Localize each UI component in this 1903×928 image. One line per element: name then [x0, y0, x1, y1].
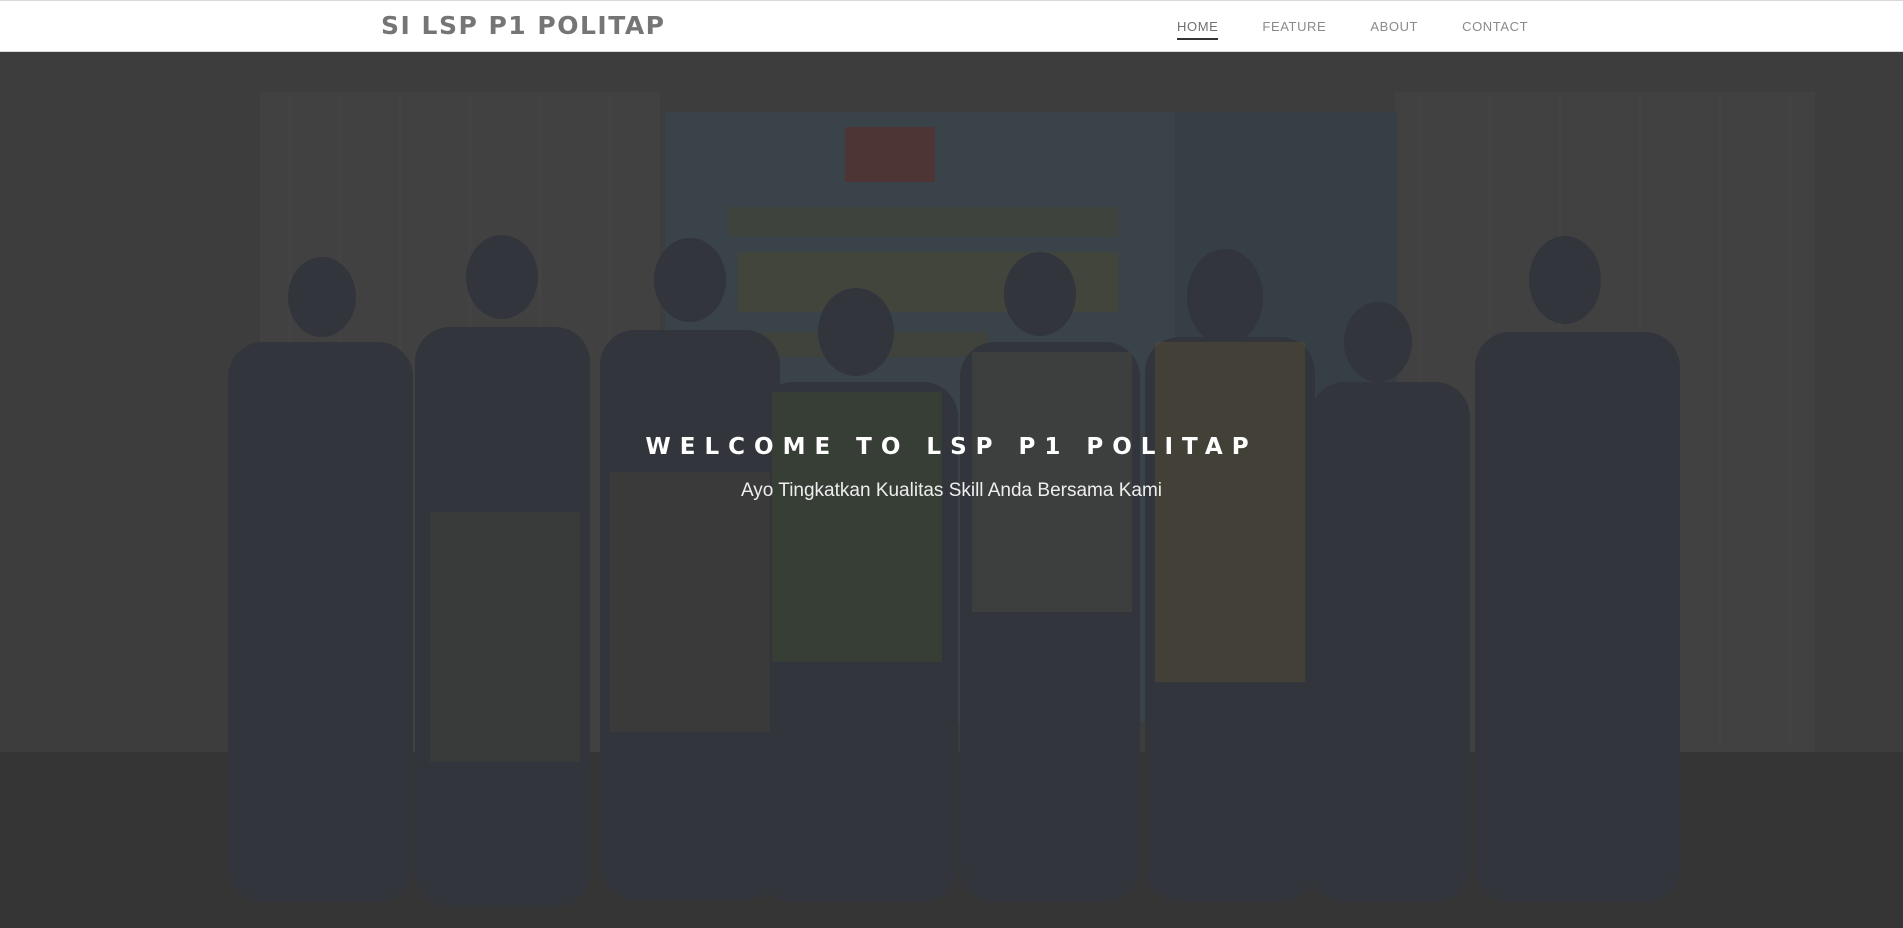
brand-logo-link[interactable]: SI LSP P1 POLITAP	[381, 11, 665, 40]
nav-link-home[interactable]: HOME	[1177, 19, 1219, 40]
hero-subtitle: Ayo Tingkatkan Kualitas Skill Anda Bersa…	[740, 480, 1163, 501]
nav-link-about[interactable]: ABOUT	[1370, 19, 1418, 37]
nav-link-contact[interactable]: CONTACT	[1462, 19, 1528, 37]
hero-section: WELCOME TO LSP P1 POLITAP Ayo Tingkatkan…	[0, 52, 1903, 928]
nav-link-feature[interactable]: FEATURE	[1262, 19, 1326, 37]
hero-title: WELCOME TO LSP P1 POLITAP	[645, 434, 1258, 460]
main-nav: HOME FEATURE ABOUT CONTACT	[1177, 19, 1572, 40]
top-navbar: SI LSP P1 POLITAP HOME FEATURE ABOUT CON…	[0, 0, 1903, 52]
